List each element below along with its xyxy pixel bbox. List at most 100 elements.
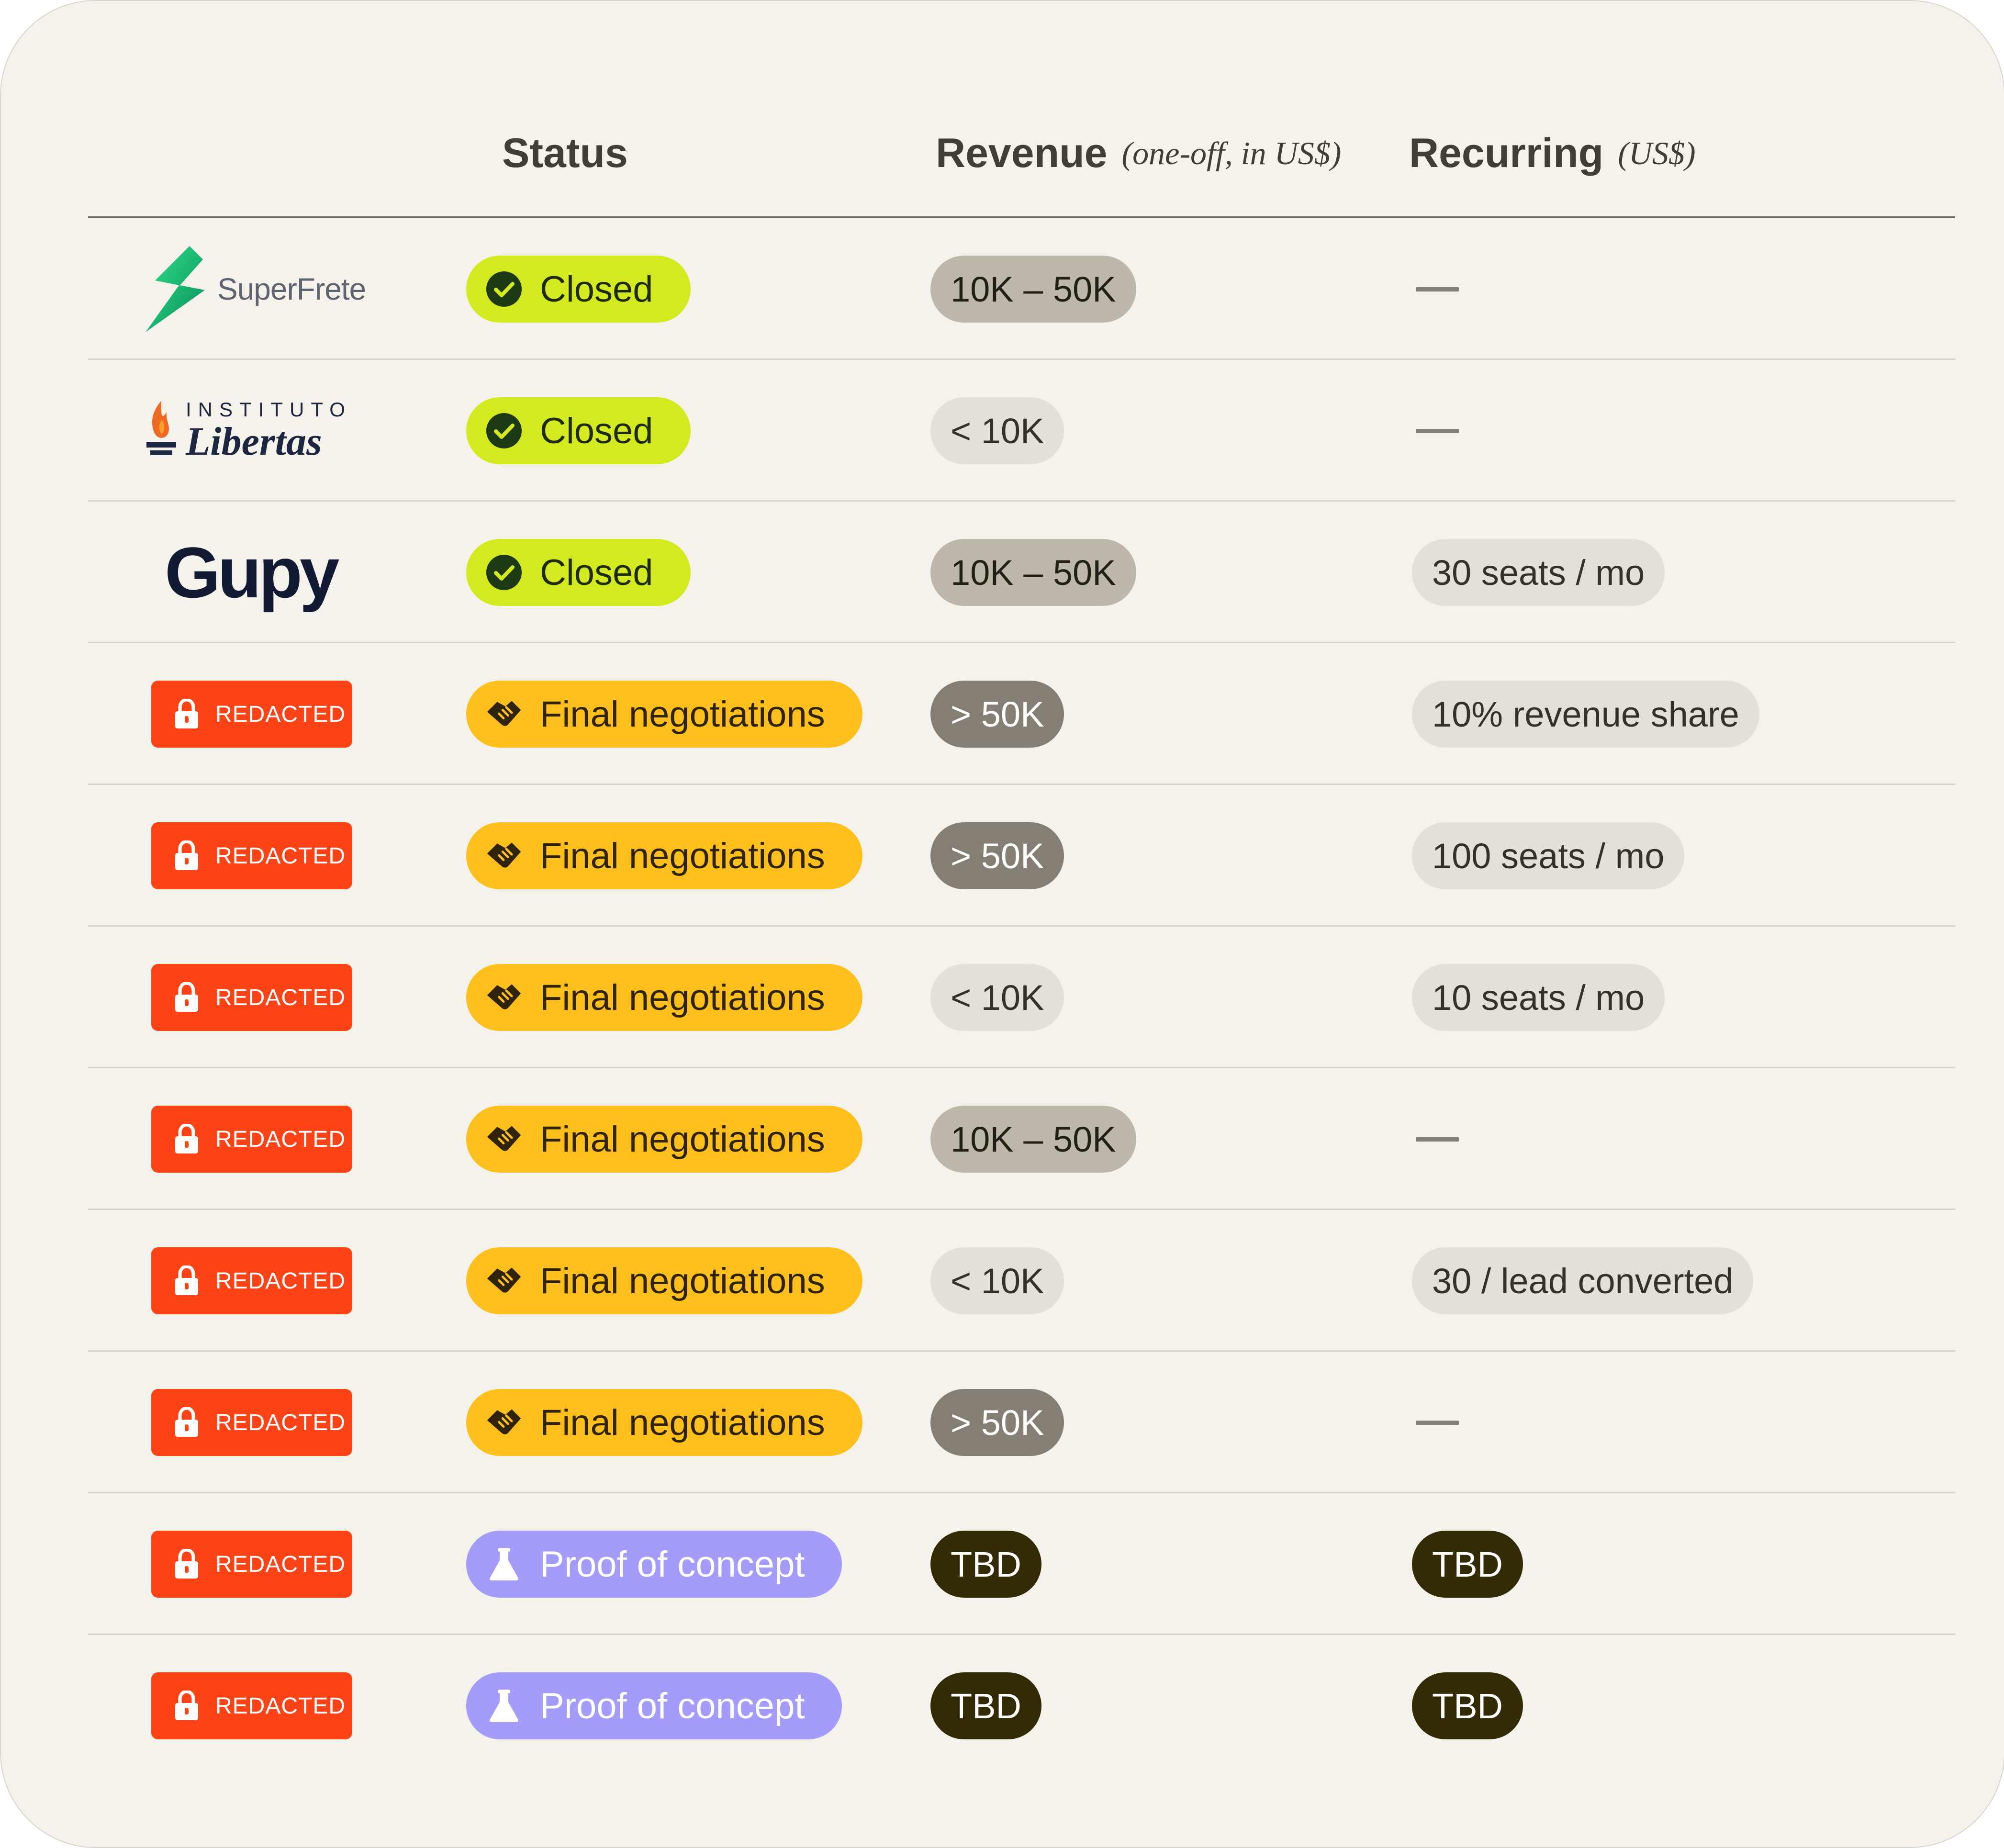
- table-row: REDACTED Final negotiations 10K – 50K: [1, 1068, 2004, 1210]
- status-label: Final negotiations: [540, 1260, 825, 1301]
- recurring-badge: 30 seats / mo: [1412, 539, 1665, 606]
- status-badge: Closed: [466, 256, 691, 323]
- revenue-cell: > 50K: [930, 1352, 1064, 1493]
- revenue-cell: < 10K: [930, 1210, 1064, 1352]
- redacted-client-badge: REDACTED: [151, 1247, 352, 1314]
- table-row: REDACTED Proof of concept TBD TBD: [1, 1635, 2004, 1777]
- status-badge: Final negotiations: [466, 1106, 862, 1173]
- recurring-badge: 100 seats / mo: [1412, 822, 1685, 889]
- redacted-client-badge: REDACTED: [151, 681, 352, 748]
- table-row: INSTITUTO Libertas Closed < 10K: [1, 360, 2004, 502]
- revenue-badge: TBD: [930, 1672, 1041, 1739]
- status-label: Final negotiations: [540, 1119, 825, 1160]
- lock-icon: [174, 1407, 199, 1438]
- revenue-header-note: (one-off, in US$): [1121, 134, 1342, 171]
- client-cell: REDACTED: [88, 1352, 466, 1493]
- recurring-badge: 30 / lead converted: [1412, 1247, 1754, 1314]
- client-cell: REDACTED: [88, 643, 466, 785]
- handshake-icon: [485, 837, 523, 874]
- lock-icon: [174, 1691, 199, 1721]
- status-label: Closed: [540, 552, 653, 593]
- empty-dash: [1416, 428, 1459, 433]
- status-badge: Closed: [466, 539, 691, 606]
- revenue-badge: 10K – 50K: [930, 539, 1136, 606]
- revenue-badge: < 10K: [930, 964, 1064, 1031]
- recurring-column-header: Recurring (US$): [1409, 124, 1696, 182]
- lock-icon: [174, 699, 199, 729]
- revenue-cell: > 50K: [930, 785, 1064, 927]
- flask-icon: [485, 1546, 523, 1583]
- recurring-cell: TBD: [1412, 1493, 1523, 1635]
- revenue-badge: < 10K: [930, 1247, 1064, 1314]
- table-row: SuperFrete Closed 10K – 50K: [1, 218, 2004, 360]
- recurring-cell: [1412, 218, 1459, 360]
- status-cell: Final negotiations: [466, 1210, 862, 1352]
- status-label: Final negotiations: [540, 1402, 825, 1443]
- lock-icon: [174, 982, 199, 1013]
- status-cell: Closed: [466, 502, 691, 643]
- status-cell: Closed: [466, 360, 691, 502]
- redacted-label: REDACTED: [215, 1693, 346, 1719]
- redacted-client-badge: REDACTED: [151, 1106, 352, 1173]
- libertas-logo-main: Libertas: [186, 419, 322, 464]
- client-cell: REDACTED: [88, 1210, 466, 1352]
- status-label: Closed: [540, 269, 653, 310]
- status-badge: Final negotiations: [466, 681, 862, 748]
- status-badge: Final negotiations: [466, 822, 862, 889]
- redacted-client-badge: REDACTED: [151, 1389, 352, 1456]
- revenue-badge: < 10K: [930, 397, 1064, 464]
- handshake-icon: [485, 695, 523, 733]
- status-cell: Proof of concept: [466, 1493, 842, 1635]
- check-circle-icon: [485, 412, 523, 449]
- client-cell: REDACTED: [88, 785, 466, 927]
- redacted-label: REDACTED: [215, 1410, 346, 1435]
- revenue-cell: < 10K: [930, 927, 1064, 1068]
- table-row: REDACTED Final negotiations > 50K 10% reven…: [1, 643, 2004, 785]
- client-cell: REDACTED: [88, 927, 466, 1068]
- recurring-cell: 10% revenue share: [1412, 643, 1759, 785]
- redacted-label: REDACTED: [215, 1126, 346, 1152]
- table-row: REDACTED Final negotiations < 10K 30 / lead…: [1, 1210, 2004, 1352]
- status-label: Proof of concept: [540, 1544, 805, 1585]
- recurring-header-note: (US$): [1618, 134, 1696, 171]
- redacted-client-badge: REDACTED: [151, 822, 352, 889]
- torch-icon: [146, 401, 176, 455]
- table-row: REDACTED Proof of concept TBD TBD: [1, 1493, 2004, 1635]
- status-badge: Final negotiations: [466, 1247, 862, 1314]
- status-badge: Closed: [466, 397, 691, 464]
- redacted-label: REDACTED: [215, 1268, 346, 1294]
- table-row: REDACTED Final negotiations > 50K 100 seats…: [1, 785, 2004, 927]
- recurring-cell: [1412, 1352, 1459, 1493]
- lock-icon: [174, 1266, 199, 1296]
- status-header-label: Status: [502, 130, 628, 176]
- recurring-cell: 10 seats / mo: [1412, 927, 1665, 1068]
- table-row: Gupy Closed 10K – 50K 30 seats / mo: [1, 502, 2004, 643]
- revenue-cell: TBD: [930, 1635, 1041, 1777]
- client-cell: SuperFrete: [88, 218, 466, 360]
- recurring-cell: 100 seats / mo: [1412, 785, 1685, 927]
- status-badge: Final negotiations: [466, 964, 862, 1031]
- status-badge: Proof of concept: [466, 1531, 842, 1598]
- gupy-logo: Gupy: [165, 531, 339, 614]
- status-cell: Final negotiations: [466, 1352, 862, 1493]
- status-cell: Final negotiations: [466, 927, 862, 1068]
- revenue-cell: < 10K: [930, 360, 1064, 502]
- status-label: Final negotiations: [540, 977, 825, 1018]
- recurring-badge: 10 seats / mo: [1412, 964, 1665, 1031]
- recurring-header-label: Recurring: [1409, 130, 1604, 176]
- empty-dash: [1416, 1420, 1459, 1425]
- recurring-cell: 30 / lead converted: [1412, 1210, 1754, 1352]
- recurring-cell: [1412, 1068, 1459, 1210]
- status-cell: Closed: [466, 218, 691, 360]
- status-column-header: Status: [502, 124, 628, 182]
- status-badge: Final negotiations: [466, 1389, 862, 1456]
- handshake-icon: [485, 979, 523, 1016]
- status-label: Final negotiations: [540, 694, 825, 735]
- lock-icon: [174, 1549, 199, 1579]
- recurring-cell: TBD: [1412, 1635, 1523, 1777]
- status-cell: Proof of concept: [466, 1635, 842, 1777]
- superfrete-logo: SuperFrete: [146, 246, 366, 332]
- libertas-logo-top: INSTITUTO: [186, 398, 352, 421]
- recurring-badge: TBD: [1412, 1531, 1523, 1598]
- redacted-label: REDACTED: [215, 985, 346, 1010]
